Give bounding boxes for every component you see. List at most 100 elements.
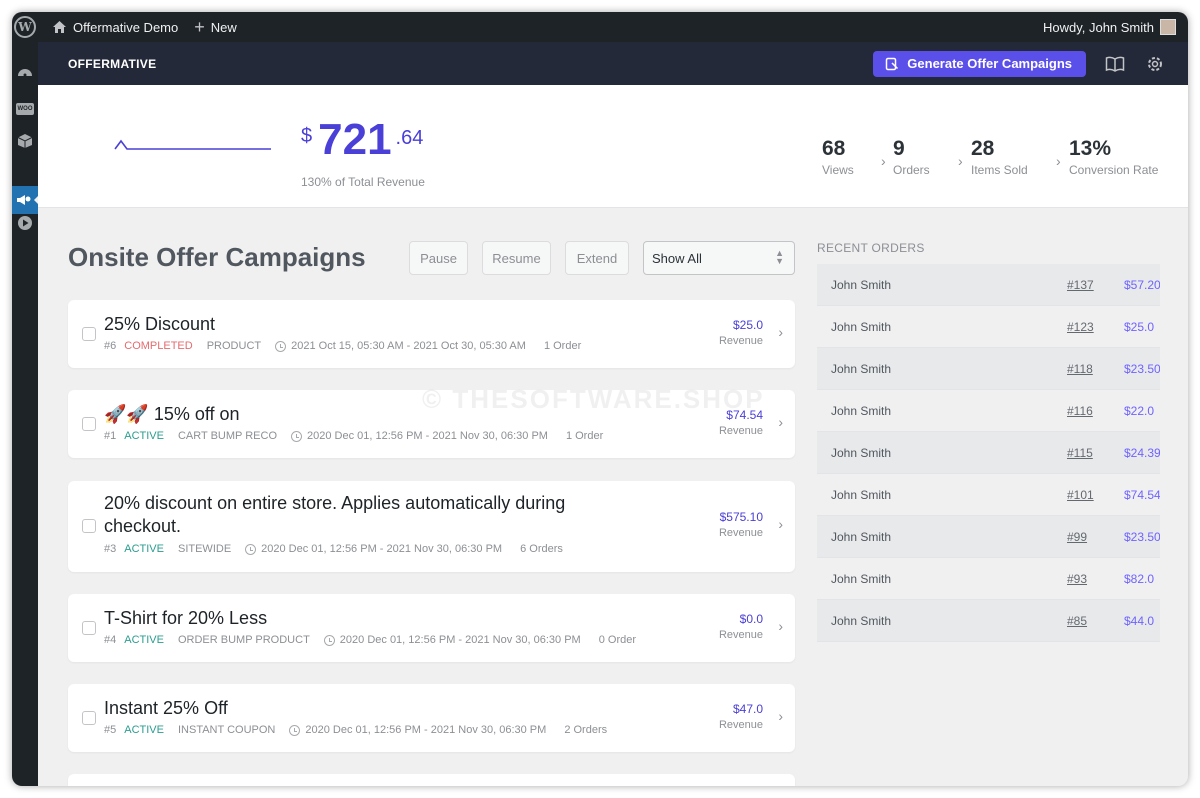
sidebar-item-offermative[interactable]	[12, 186, 39, 214]
campaign-checkbox[interactable]	[82, 519, 96, 533]
admin-bar: W Offermative Demo + New Howdy, John Smi…	[12, 12, 1188, 42]
order-link[interactable]: #99	[1067, 530, 1124, 544]
order-row[interactable]: John Smith #137 $57.20	[817, 264, 1160, 306]
chevron-right-icon: ›	[881, 153, 886, 169]
generate-campaigns-button[interactable]: Generate Offer Campaigns	[873, 50, 1086, 77]
customer-name: John Smith	[831, 403, 892, 418]
campaign-id: #3	[104, 543, 117, 555]
order-row[interactable]: John Smith #123 $25.0	[817, 306, 1160, 348]
order-link[interactable]: #101	[1067, 488, 1124, 502]
products-box-icon[interactable]	[15, 132, 35, 150]
campaign-revenue: $47.0 Revenue	[719, 702, 763, 731]
clock-icon	[323, 634, 335, 646]
metric-label: Items Sold	[971, 163, 1028, 177]
recent-orders-title: RECENT ORDERS	[817, 241, 925, 255]
metric-value: 9	[893, 137, 905, 160]
recent-orders-list: John Smith #137 $57.20 John Smith #123 $25.0…	[817, 264, 1160, 642]
settings-gear-icon[interactable]	[1144, 53, 1166, 75]
revenue-amount: $47.0	[732, 702, 763, 716]
wp-logo-wrap[interactable]: W	[12, 16, 38, 38]
watermark: © THESOFTWARE.SHOP	[422, 384, 765, 414]
campaign-type: SITEWIDE	[177, 543, 232, 555]
media-play-icon[interactable]	[15, 214, 35, 232]
campaign-id: #5	[104, 724, 117, 736]
metric-items-sold: 28 Items Sold	[971, 137, 1028, 177]
campaign-card[interactable]: 20% discount on entire store. Applies au…	[68, 481, 795, 572]
campaign-title: 20% discount on entire store. Applies au…	[104, 493, 566, 536]
order-row[interactable]: John Smith #101 $74.54	[817, 474, 1160, 516]
chevron-right-icon[interactable]: ›	[778, 516, 783, 532]
dashboard-icon[interactable]	[15, 62, 35, 80]
revenue-label: Revenue	[718, 719, 763, 731]
customer-name: John Smith	[831, 445, 892, 460]
campaign-card[interactable]: T-Shirt for 20% Less #4 ACTIVE ORDER BUM…	[68, 594, 795, 662]
campaign-meta: #4 ACTIVE ORDER BUMP PRODUCT 2020 Dec 01…	[104, 634, 636, 646]
status-badge: ACTIVE	[124, 543, 164, 555]
total-revenue: $ 721 .64	[301, 115, 423, 165]
revenue-sparkline	[114, 139, 271, 150]
campaign-card-partial[interactable]	[68, 774, 795, 786]
woocommerce-icon[interactable]: WOO	[15, 100, 35, 118]
campaign-checkbox[interactable]	[82, 711, 96, 725]
campaign-checkbox[interactable]	[82, 417, 96, 431]
campaign-orders: 0 Order	[598, 634, 637, 646]
campaign-card[interactable]: Instant 25% Off #5 ACTIVE INSTANT COUPON…	[68, 684, 795, 752]
account-menu[interactable]: Howdy, John Smith	[1043, 19, 1176, 35]
customer-name: John Smith	[831, 277, 892, 292]
site-home-link[interactable]: Offermative Demo	[52, 20, 178, 35]
order-row[interactable]: John Smith #118 $23.50	[817, 348, 1160, 390]
campaign-checkbox[interactable]	[82, 327, 96, 341]
revenue-integer: 721	[318, 115, 392, 164]
campaign-meta: #3 ACTIVE SITEWIDE 2020 Dec 01, 12:56 PM…	[104, 543, 563, 555]
order-row[interactable]: John Smith #116 $22.0	[817, 390, 1160, 432]
metric-label: Views	[822, 163, 854, 177]
order-row[interactable]: John Smith #99 $23.50	[817, 516, 1160, 558]
status-badge: ACTIVE	[124, 724, 164, 736]
chevron-right-icon: ›	[1056, 153, 1061, 169]
wordpress-logo-icon[interactable]: W	[14, 16, 36, 38]
status-badge: ACTIVE	[124, 634, 164, 646]
campaign-checkbox[interactable]	[82, 621, 96, 635]
magic-doc-icon	[886, 57, 899, 70]
app-window: W Offermative Demo + New Howdy, John Smi…	[12, 12, 1188, 786]
order-link[interactable]: #123	[1067, 320, 1124, 334]
greeting: Howdy, John Smith	[1042, 19, 1154, 35]
campaign-card[interactable]: 25% Discount #6 COMPLETED PRODUCT 2021 O…	[68, 300, 795, 368]
campaign-orders: 6 Orders	[520, 543, 563, 555]
chevron-right-icon[interactable]: ›	[778, 414, 783, 430]
order-row[interactable]: John Smith #115 $24.39	[817, 432, 1160, 474]
order-link[interactable]: #137	[1067, 278, 1124, 292]
order-link[interactable]: #116	[1067, 404, 1124, 418]
campaign-dates: 2020 Dec 01, 12:56 PM - 2021 Nov 30, 06:…	[307, 430, 548, 442]
order-amount: $23.50	[1124, 361, 1160, 376]
campaign-meta: #1 ACTIVE CART BUMP RECO 2020 Dec 01, 12…	[104, 430, 603, 442]
status-filter-select[interactable]: Show All ▲ ▼	[643, 241, 795, 275]
order-row[interactable]: John Smith #85 $44.0	[817, 600, 1160, 642]
order-amount: $74.54	[1124, 487, 1160, 502]
order-amount: $24.39	[1124, 445, 1160, 460]
order-amount: $25.0	[1124, 319, 1155, 334]
pause-button[interactable]: Pause	[409, 241, 468, 275]
campaign-id: #4	[104, 634, 117, 646]
revenue-label: Revenue	[718, 629, 763, 641]
order-row[interactable]: John Smith #93 $82.0	[817, 558, 1160, 600]
order-link[interactable]: #93	[1067, 572, 1124, 586]
campaign-dates: 2020 Dec 01, 12:56 PM - 2021 Nov 30, 06:…	[261, 543, 503, 555]
metric-value: 28	[971, 137, 995, 160]
extend-button[interactable]: Extend	[565, 241, 629, 275]
chevron-right-icon[interactable]: ›	[778, 324, 783, 340]
order-link[interactable]: #115	[1067, 446, 1124, 460]
resume-button[interactable]: Resume	[482, 241, 551, 275]
campaign-type: CART BUMP RECO	[177, 430, 278, 442]
order-amount: $82.0	[1124, 571, 1155, 586]
chevron-right-icon[interactable]: ›	[778, 618, 783, 634]
order-link[interactable]: #118	[1067, 362, 1124, 376]
chevron-right-icon[interactable]: ›	[778, 708, 783, 724]
revenue-note: 130% of Total Revenue	[301, 175, 425, 189]
avatar	[1160, 19, 1176, 35]
campaign-type: ORDER BUMP PRODUCT	[177, 634, 310, 646]
docs-book-icon[interactable]	[1104, 53, 1126, 75]
new-content-link[interactable]: + New	[194, 18, 237, 36]
order-link[interactable]: #85	[1067, 614, 1124, 628]
metric-conversion-rate: 13% Conversion Rate	[1069, 137, 1158, 177]
